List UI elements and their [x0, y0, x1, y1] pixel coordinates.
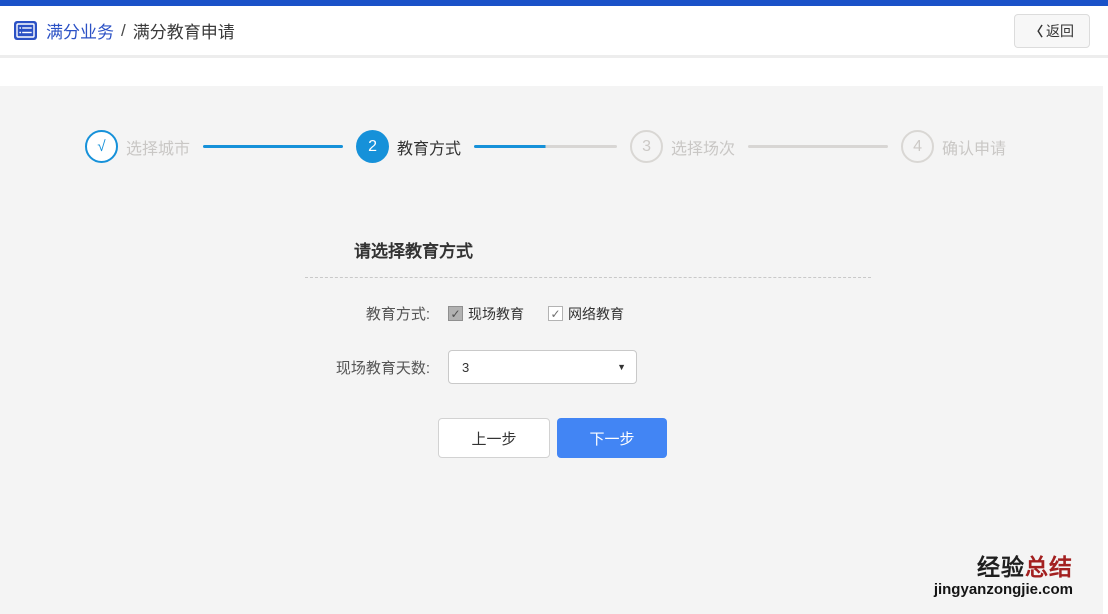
- breadcrumb: 满分业务 / 满分教育申请: [14, 18, 235, 43]
- step-2-circle: 2: [356, 130, 390, 163]
- checkbox-onsite-education[interactable]: ✓ 现场教育: [448, 304, 524, 324]
- stepper-connector-1: [203, 145, 344, 148]
- header: 满分业务 / 满分教育申请 〈 返回: [0, 6, 1108, 58]
- stepper-connector-3: [748, 145, 889, 148]
- step-4-label: 确认申请: [942, 140, 1007, 158]
- onsite-days-label: 现场教育天数:: [335, 359, 430, 377]
- watermark-title-red: 总结: [1025, 554, 1073, 581]
- wizard-buttons: 上一步 下一步: [438, 418, 871, 458]
- checkbox-online-education[interactable]: ✓ 网络教育: [548, 304, 624, 324]
- onsite-days-controls: 3 ▼: [448, 350, 637, 384]
- watermark-title: 经验总结: [934, 554, 1073, 580]
- step-1-label: 选择城市: [126, 140, 191, 158]
- stepper: √ 选择城市 2 教育方式 3 选择场次 4 确认申请: [0, 86, 1103, 163]
- form-title: 请选择教育方式: [305, 237, 871, 278]
- education-method-row: 教育方式: ✓ 现场教育 ✓ 网络教育: [305, 303, 871, 324]
- checkbox-onsite-label: 现场教育: [468, 305, 524, 322]
- education-method-options: ✓ 现场教育 ✓ 网络教育: [448, 304, 648, 324]
- onsite-days-row: 现场教育天数: 3 ▼: [305, 350, 871, 384]
- previous-step-button[interactable]: 上一步: [438, 418, 550, 458]
- step-3-label: 选择场次: [671, 140, 736, 158]
- stepper-connector-2: [474, 145, 618, 148]
- watermark: 经验总结 jingyanzongjie.com: [934, 554, 1073, 598]
- step-3-circle: 3: [630, 130, 664, 163]
- step-4-confirm-application: 4 确认申请: [901, 130, 1006, 163]
- back-button[interactable]: 〈 返回: [1014, 13, 1090, 48]
- checkbox-checked-icon[interactable]: ✓: [548, 306, 563, 321]
- step-4-circle: 4: [901, 130, 935, 163]
- step-2-label: 教育方式: [397, 140, 462, 158]
- breadcrumb-section[interactable]: 满分业务: [46, 18, 114, 43]
- step-3-select-session: 3 选择场次: [630, 130, 735, 163]
- watermark-title-black: 经验: [977, 554, 1025, 581]
- education-method-label: 教育方式:: [365, 306, 430, 323]
- back-button-label: 返回: [1046, 22, 1074, 39]
- chevron-left-icon: 〈: [1029, 24, 1043, 39]
- next-step-button[interactable]: 下一步: [557, 418, 667, 458]
- content-panel: √ 选择城市 2 教育方式 3 选择场次 4 确认申请 请选择教育方式 教育方式…: [0, 86, 1103, 614]
- checkbox-checked-disabled-icon[interactable]: ✓: [448, 306, 463, 321]
- step-1-select-city: √ 选择城市: [85, 130, 190, 163]
- onsite-days-selected-value: 3: [462, 359, 470, 375]
- watermark-domain: jingyanzongjie.com: [933, 580, 1073, 598]
- form-area: 请选择教育方式 教育方式: ✓ 现场教育 ✓ 网络教育 现场教育天数: 3 ▼: [305, 237, 871, 458]
- dropdown-arrow-icon: ▼: [617, 362, 626, 372]
- checkbox-online-label: 网络教育: [568, 305, 624, 322]
- list-icon: [14, 21, 37, 40]
- onsite-days-select[interactable]: 3 ▼: [448, 350, 637, 384]
- breadcrumb-separator: /: [121, 20, 126, 40]
- step-1-circle-check-icon: √: [85, 130, 118, 163]
- breadcrumb-page: 满分教育申请: [132, 23, 235, 42]
- step-2-education-method: 2 教育方式: [356, 130, 461, 163]
